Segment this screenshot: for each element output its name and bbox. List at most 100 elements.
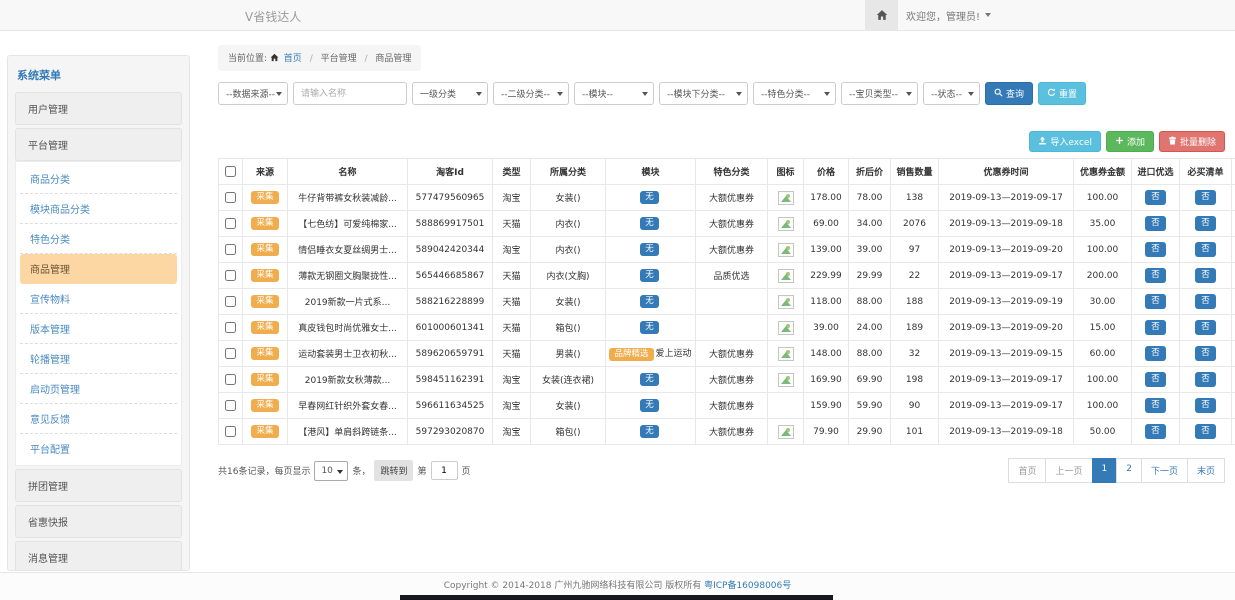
must-buy-toggle[interactable]: 否 <box>1195 372 1216 388</box>
module-badge: 无 <box>640 295 659 309</box>
chevron-down-icon <box>906 92 912 96</box>
breadcrumb: 当前位置: 首页 / 平台管理 / 商品管理 <box>218 45 421 71</box>
page-last[interactable]: 末页 <box>1187 458 1225 483</box>
must-buy-toggle[interactable]: 否 <box>1195 398 1216 414</box>
add-button[interactable]: 添加 <box>1106 131 1154 152</box>
reset-button[interactable]: 重置 <box>1038 82 1086 105</box>
sidebar-item-platform-management[interactable]: 平台管理 <box>15 128 182 161</box>
module-badge: 品牌精选 <box>609 348 653 362</box>
import-select-toggle[interactable]: 否 <box>1145 268 1166 284</box>
must-buy-toggle[interactable]: 否 <box>1195 320 1216 336</box>
must-buy-toggle[interactable]: 否 <box>1195 346 1216 362</box>
product-thumbnail <box>778 191 794 205</box>
breadcrumb-label: 当前位置: <box>228 54 267 64</box>
must-buy-toggle[interactable]: 否 <box>1195 242 1216 258</box>
filter-module-select[interactable]: --模块-- <box>574 82 654 105</box>
product-thumbnail <box>778 217 794 231</box>
import-select-toggle[interactable]: 否 <box>1145 424 1166 440</box>
import-select-toggle[interactable]: 否 <box>1145 190 1166 206</box>
table-row: 采集2019新款女秋薄款...598451162391淘宝女装(连衣裙)无大额优… <box>219 367 1235 393</box>
import-excel-button[interactable]: 导入excel <box>1029 131 1101 152</box>
icp-link[interactable]: 粤ICP备16098006号 <box>704 581 791 591</box>
import-select-toggle[interactable]: 否 <box>1145 372 1166 388</box>
import-select-toggle[interactable]: 否 <box>1145 320 1166 336</box>
row-checkbox[interactable] <box>225 192 236 203</box>
sidebar-item-message-management[interactable]: 消息管理 <box>15 541 182 571</box>
sidebar-item-module-product-category[interactable]: 模块商品分类 <box>20 194 177 224</box>
sidebar-item-version-management[interactable]: 版本管理 <box>20 314 177 344</box>
sidebar-item-groupbuy-management[interactable]: 拼团管理 <box>15 469 182 502</box>
import-select-toggle[interactable]: 否 <box>1145 398 1166 414</box>
row-checkbox[interactable] <box>225 426 236 437</box>
sidebar-item-promo-materials[interactable]: 宣传物料 <box>20 284 177 314</box>
must-buy-toggle[interactable]: 否 <box>1195 294 1216 310</box>
jump-button[interactable]: 跳转到 <box>374 460 413 481</box>
product-name: 牛仔背带裤女秋装减龄... <box>288 185 408 211</box>
home-nav-button[interactable] <box>865 0 898 30</box>
sidebar-item-platform-config[interactable]: 平台配置 <box>20 434 177 463</box>
row-checkbox[interactable] <box>225 218 236 229</box>
page-1[interactable]: 1 <box>1092 458 1118 483</box>
product-name: 【港风】单肩斜跨链条... <box>288 419 408 445</box>
product-name-input[interactable] <box>293 82 407 105</box>
chevron-down-icon <box>557 92 563 96</box>
import-select-toggle[interactable]: 否 <box>1145 294 1166 310</box>
row-checkbox[interactable] <box>225 270 236 281</box>
chevron-down-icon <box>985 13 991 17</box>
user-menu[interactable]: 欢迎您，管理员! <box>906 0 991 30</box>
page-2[interactable]: 2 <box>1116 458 1142 483</box>
breadcrumb-home-link[interactable]: 首页 <box>284 54 302 64</box>
product-thumbnail <box>778 425 794 439</box>
batch-delete-button[interactable]: 批量删除 <box>1159 131 1225 152</box>
source-badge: 采集 <box>251 321 278 335</box>
page-first[interactable]: 首页 <box>1008 458 1046 483</box>
filter-status-select[interactable]: --状态-- <box>923 82 980 105</box>
filter-feature-category-select[interactable]: --特色分类-- <box>753 82 836 105</box>
search-button[interactable]: 查询 <box>985 82 1033 105</box>
page-jump-input[interactable] <box>431 461 458 480</box>
import-select-toggle[interactable]: 否 <box>1145 346 1166 362</box>
sidebar-item-product-management[interactable]: 商品管理 <box>20 254 177 284</box>
chevron-down-icon <box>736 92 742 96</box>
filter-module-subcategory-select[interactable]: --模块下分类-- <box>659 82 748 105</box>
filter-level2-category-select[interactable]: --二级分类-- <box>493 82 569 105</box>
sidebar-item-saving-express[interactable]: 省惠快报 <box>15 505 182 538</box>
must-buy-toggle[interactable]: 否 <box>1195 424 1216 440</box>
sidebar-item-carousel-management[interactable]: 轮播管理 <box>20 344 177 374</box>
product-name: 2019新款一片式系... <box>288 289 408 315</box>
source-badge: 采集 <box>251 295 278 309</box>
page-next[interactable]: 下一页 <box>1141 458 1188 483</box>
row-checkbox[interactable] <box>225 322 236 333</box>
row-checkbox[interactable] <box>225 296 236 307</box>
must-buy-toggle[interactable]: 否 <box>1195 268 1216 284</box>
source-badge: 采集 <box>251 399 278 413</box>
bottom-bar <box>400 595 833 600</box>
sidebar-item-product-category[interactable]: 商品分类 <box>20 164 177 194</box>
import-select-toggle[interactable]: 否 <box>1145 216 1166 232</box>
product-name: 运动套装男士卫衣初秋... <box>288 341 408 367</box>
select-all-checkbox[interactable] <box>225 166 236 177</box>
filter-level1-category-select[interactable]: 一级分类 <box>412 82 488 105</box>
page-prev[interactable]: 上一页 <box>1045 458 1092 483</box>
import-select-toggle[interactable]: 否 <box>1145 242 1166 258</box>
per-page-select[interactable]: 10 <box>314 461 348 481</box>
row-checkbox[interactable] <box>225 244 236 255</box>
chevron-down-icon <box>968 92 974 96</box>
row-checkbox[interactable] <box>225 348 236 359</box>
table-row: 采集薄款无钢圈文胸聚拢性...565446685867天猫内衣(文胸)无品质优选… <box>219 263 1235 289</box>
filter-item-type-select[interactable]: --宝贝类型-- <box>841 82 918 105</box>
sidebar-item-feature-category[interactable]: 特色分类 <box>20 224 177 254</box>
table-row: 采集牛仔背带裤女秋装减龄...577479560965淘宝女装()无大额优惠券1… <box>219 185 1235 211</box>
sidebar-item-feedback[interactable]: 意见反馈 <box>20 404 177 434</box>
row-checkbox[interactable] <box>225 374 236 385</box>
row-checkbox[interactable] <box>225 400 236 411</box>
must-buy-toggle[interactable]: 否 <box>1195 216 1216 232</box>
filter-source-select[interactable]: --数据来源-- <box>218 82 288 105</box>
filter-bar: --数据来源-- 一级分类 --二级分类-- --模块-- --模块下分类-- … <box>218 82 1225 105</box>
sidebar-item-user-management[interactable]: 用户管理 <box>15 92 182 125</box>
chevron-down-icon <box>824 92 830 96</box>
must-buy-toggle[interactable]: 否 <box>1195 190 1216 206</box>
sidebar-item-splash-management[interactable]: 启动页管理 <box>20 374 177 404</box>
module-badge: 无 <box>640 217 659 231</box>
pagination-controls: 首页 上一页 1 2 下一页 末页 <box>1009 458 1225 483</box>
